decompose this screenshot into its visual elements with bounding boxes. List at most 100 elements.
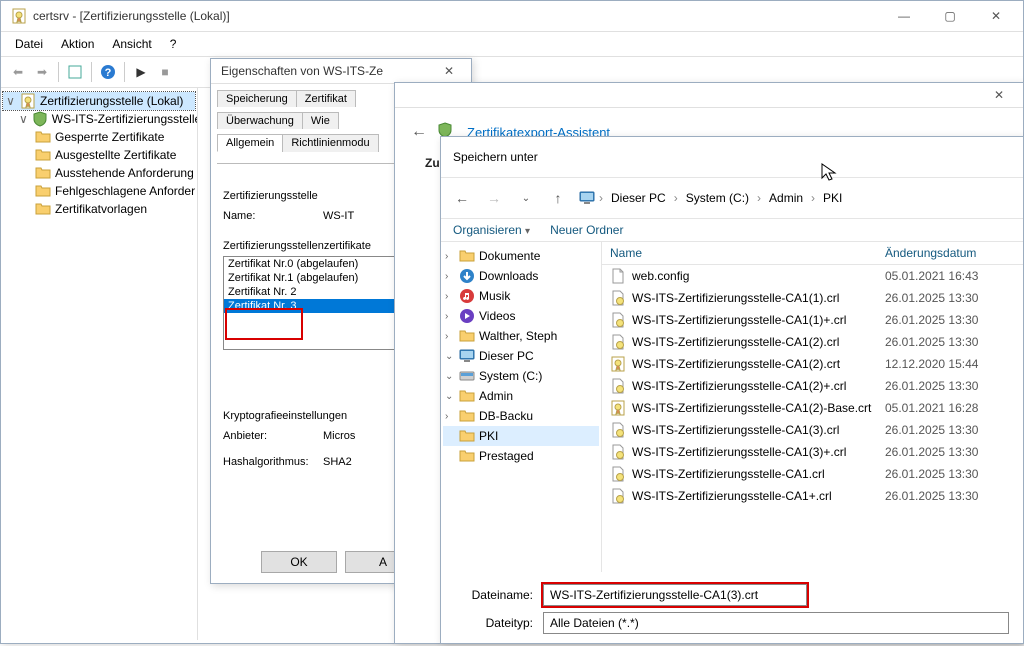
properties-button[interactable] <box>64 61 86 83</box>
nav-tree-item[interactable]: › Dokumente <box>443 246 599 266</box>
expand-icon[interactable]: › <box>445 291 455 302</box>
wizard-close-button[interactable]: ✕ <box>979 83 1019 107</box>
nav-recent-icon[interactable]: ⌄ <box>515 193 537 204</box>
back-button[interactable]: ⬅ <box>7 61 29 83</box>
nav-tree-label: Dokumente <box>479 249 540 263</box>
nav-tree-item[interactable]: ⌄Dieser PC <box>443 346 599 366</box>
highlight-box-cert <box>225 308 303 340</box>
expand-icon[interactable]: › <box>445 411 455 422</box>
nav-tree-item[interactable]: ⌄ System (C:) <box>443 366 599 386</box>
tab-policy[interactable]: Richtlinienmodu <box>282 134 378 152</box>
col-name[interactable]: Name <box>610 246 885 260</box>
pc-icon <box>459 348 475 364</box>
menu-view[interactable]: Ansicht <box>104 34 159 54</box>
file-name: WS-ITS-Zertifizierungsstelle-CA1+.crl <box>632 489 832 503</box>
new-folder-button[interactable]: Neuer Ordner <box>550 223 623 237</box>
file-icon <box>610 268 626 284</box>
maximize-button[interactable]: ▢ <box>927 1 973 31</box>
file-row[interactable]: WS-ITS-Zertifizierungsstelle-CA1(2).crt1… <box>602 353 1023 375</box>
pc-icon <box>579 190 595 206</box>
tab-general[interactable]: Allgemein <box>217 134 283 152</box>
nav-tree-label: System (C:) <box>479 369 542 383</box>
menu-file[interactable]: Datei <box>7 34 51 54</box>
tree-root[interactable]: ∨Zertifizierungsstelle (Lokal) <box>3 92 195 110</box>
expand-icon[interactable]: ⌄ <box>445 351 455 362</box>
nav-tree-item[interactable]: ›Downloads <box>443 266 599 286</box>
file-name: WS-ITS-Zertifizierungsstelle-CA1(1).crl <box>632 291 839 305</box>
file-row[interactable]: WS-ITS-Zertifizierungsstelle-CA1+.crl26.… <box>602 485 1023 507</box>
save-nav-tree[interactable]: › Dokumente ›Downloads›Musik›Videos›Walthe… <box>441 242 602 572</box>
file-name: WS-ITS-Zertifizierungsstelle-CA1(3).crl <box>632 423 839 437</box>
nav-tree-item[interactable]: PKI <box>443 426 599 446</box>
svg-text:?: ? <box>105 67 112 79</box>
help-button[interactable]: ? <box>97 61 119 83</box>
file-name: WS-ITS-Zertifizierungsstelle-CA1(2).crl <box>632 335 839 349</box>
tree-ca[interactable]: ∨WS-ITS-Zertifizierungsstelle-C <box>3 110 195 128</box>
crl-icon <box>610 488 626 504</box>
breadcrumb[interactable]: ›Dieser PC ›System (C:) ›Admin ›PKI <box>579 189 1013 207</box>
cert-icon <box>20 93 36 109</box>
file-row[interactable]: WS-ITS-Zertifizierungsstelle-CA1(3).crl2… <box>602 419 1023 441</box>
tree-item[interactable]: Ausgestellte Zertifikate <box>3 146 195 164</box>
play-button[interactable]: ▶ <box>130 61 152 83</box>
expand-icon[interactable]: › <box>445 331 455 342</box>
close-button[interactable]: ✕ <box>973 1 1019 31</box>
nav-tree-item[interactable]: ›Musik <box>443 286 599 306</box>
file-list[interactable]: Name Änderungsdatum web.config05.01.2021… <box>602 242 1023 572</box>
nav-tree-item[interactable]: ›DB-Backu <box>443 406 599 426</box>
file-list-header: Name Änderungsdatum <box>602 242 1023 265</box>
nav-forward-icon[interactable]: → <box>483 190 505 206</box>
nav-up-icon[interactable]: ↑ <box>547 190 569 206</box>
file-row[interactable]: WS-ITS-Zertifizierungsstelle-CA1(2)-Base… <box>602 397 1023 419</box>
file-row[interactable]: WS-ITS-Zertifizierungsstelle-CA1(3)+.crl… <box>602 441 1023 463</box>
file-date: 12.12.2020 15:44 <box>885 357 1015 371</box>
file-row[interactable]: WS-ITS-Zertifizierungsstelle-CA1(2)+.crl… <box>602 375 1023 397</box>
main-titlebar: certsrv - [Zertifizierungsstelle (Lokal)… <box>1 1 1023 32</box>
tab-audit[interactable]: Überwachung <box>217 112 303 129</box>
tab-certmgr[interactable]: Zertifikat <box>296 90 356 107</box>
tree-item[interactable]: Fehlgeschlagene Anforder <box>3 182 195 200</box>
pc-icon <box>32 111 48 127</box>
organize-menu[interactable]: Organisieren ▾ <box>453 223 530 237</box>
file-row[interactable]: WS-ITS-Zertifizierungsstelle-CA1(2).crl2… <box>602 331 1023 353</box>
stop-button[interactable]: ■ <box>154 61 176 83</box>
ok-button[interactable]: OK <box>261 551 337 573</box>
file-row[interactable]: WS-ITS-Zertifizierungsstelle-CA1.crl26.0… <box>602 463 1023 485</box>
nav-back-icon[interactable]: ← <box>451 190 473 206</box>
expand-icon[interactable]: › <box>445 271 455 282</box>
file-row[interactable]: WS-ITS-Zertifizierungsstelle-CA1(1).crl2… <box>602 287 1023 309</box>
crl-icon <box>610 422 626 438</box>
tree-item[interactable]: Gesperrte Zertifikate <box>3 128 195 146</box>
expand-icon[interactable]: ⌄ <box>445 371 455 382</box>
menu-action[interactable]: Aktion <box>53 34 102 54</box>
expand-icon[interactable]: › <box>445 251 455 262</box>
props-titlebar: Eigenschaften von WS-ITS-Ze ✕ <box>211 59 471 84</box>
props-close-button[interactable]: ✕ <box>431 59 467 83</box>
crl-icon <box>610 290 626 306</box>
wizard-back-icon[interactable]: ← <box>411 123 427 141</box>
provider-label: Anbieter: <box>223 430 323 442</box>
filename-input[interactable] <box>543 584 807 606</box>
tab-storage[interactable]: Speicherung <box>217 90 297 107</box>
console-tree[interactable]: ∨Zertifizierungsstelle (Lokal) ∨WS-ITS-Z… <box>1 88 198 640</box>
forward-button[interactable]: ➡ <box>31 61 53 83</box>
tree-item[interactable]: Ausstehende Anforderung <box>3 164 195 182</box>
save-nav: ← → ⌄ ↑ ›Dieser PC ›System (C:) ›Admin ›… <box>441 178 1023 219</box>
file-row[interactable]: WS-ITS-Zertifizierungsstelle-CA1(1)+.crl… <box>602 309 1023 331</box>
col-date[interactable]: Änderungsdatum <box>885 246 1015 260</box>
tab-recovery[interactable]: Wie <box>302 112 339 129</box>
crl-icon <box>610 334 626 350</box>
nav-tree-item[interactable]: ›Walther, Steph <box>443 326 599 346</box>
filetype-select[interactable]: Alle Dateien (*.*) <box>543 612 1009 634</box>
expand-icon[interactable]: ⌄ <box>445 391 455 402</box>
nav-tree-item[interactable]: Prestaged <box>443 446 599 466</box>
file-row[interactable]: web.config05.01.2021 16:43 <box>602 265 1023 287</box>
file-date: 26.01.2025 13:30 <box>885 467 1015 481</box>
tree-item[interactable]: Zertifikatvorlagen <box>3 200 195 218</box>
menu-help[interactable]: ? <box>162 34 185 54</box>
nav-tree-item[interactable]: ›Videos <box>443 306 599 326</box>
minimize-button[interactable]: — <box>881 1 927 31</box>
nav-tree-label: Prestaged <box>479 449 534 463</box>
nav-tree-item[interactable]: ⌄Admin <box>443 386 599 406</box>
expand-icon[interactable]: › <box>445 311 455 322</box>
